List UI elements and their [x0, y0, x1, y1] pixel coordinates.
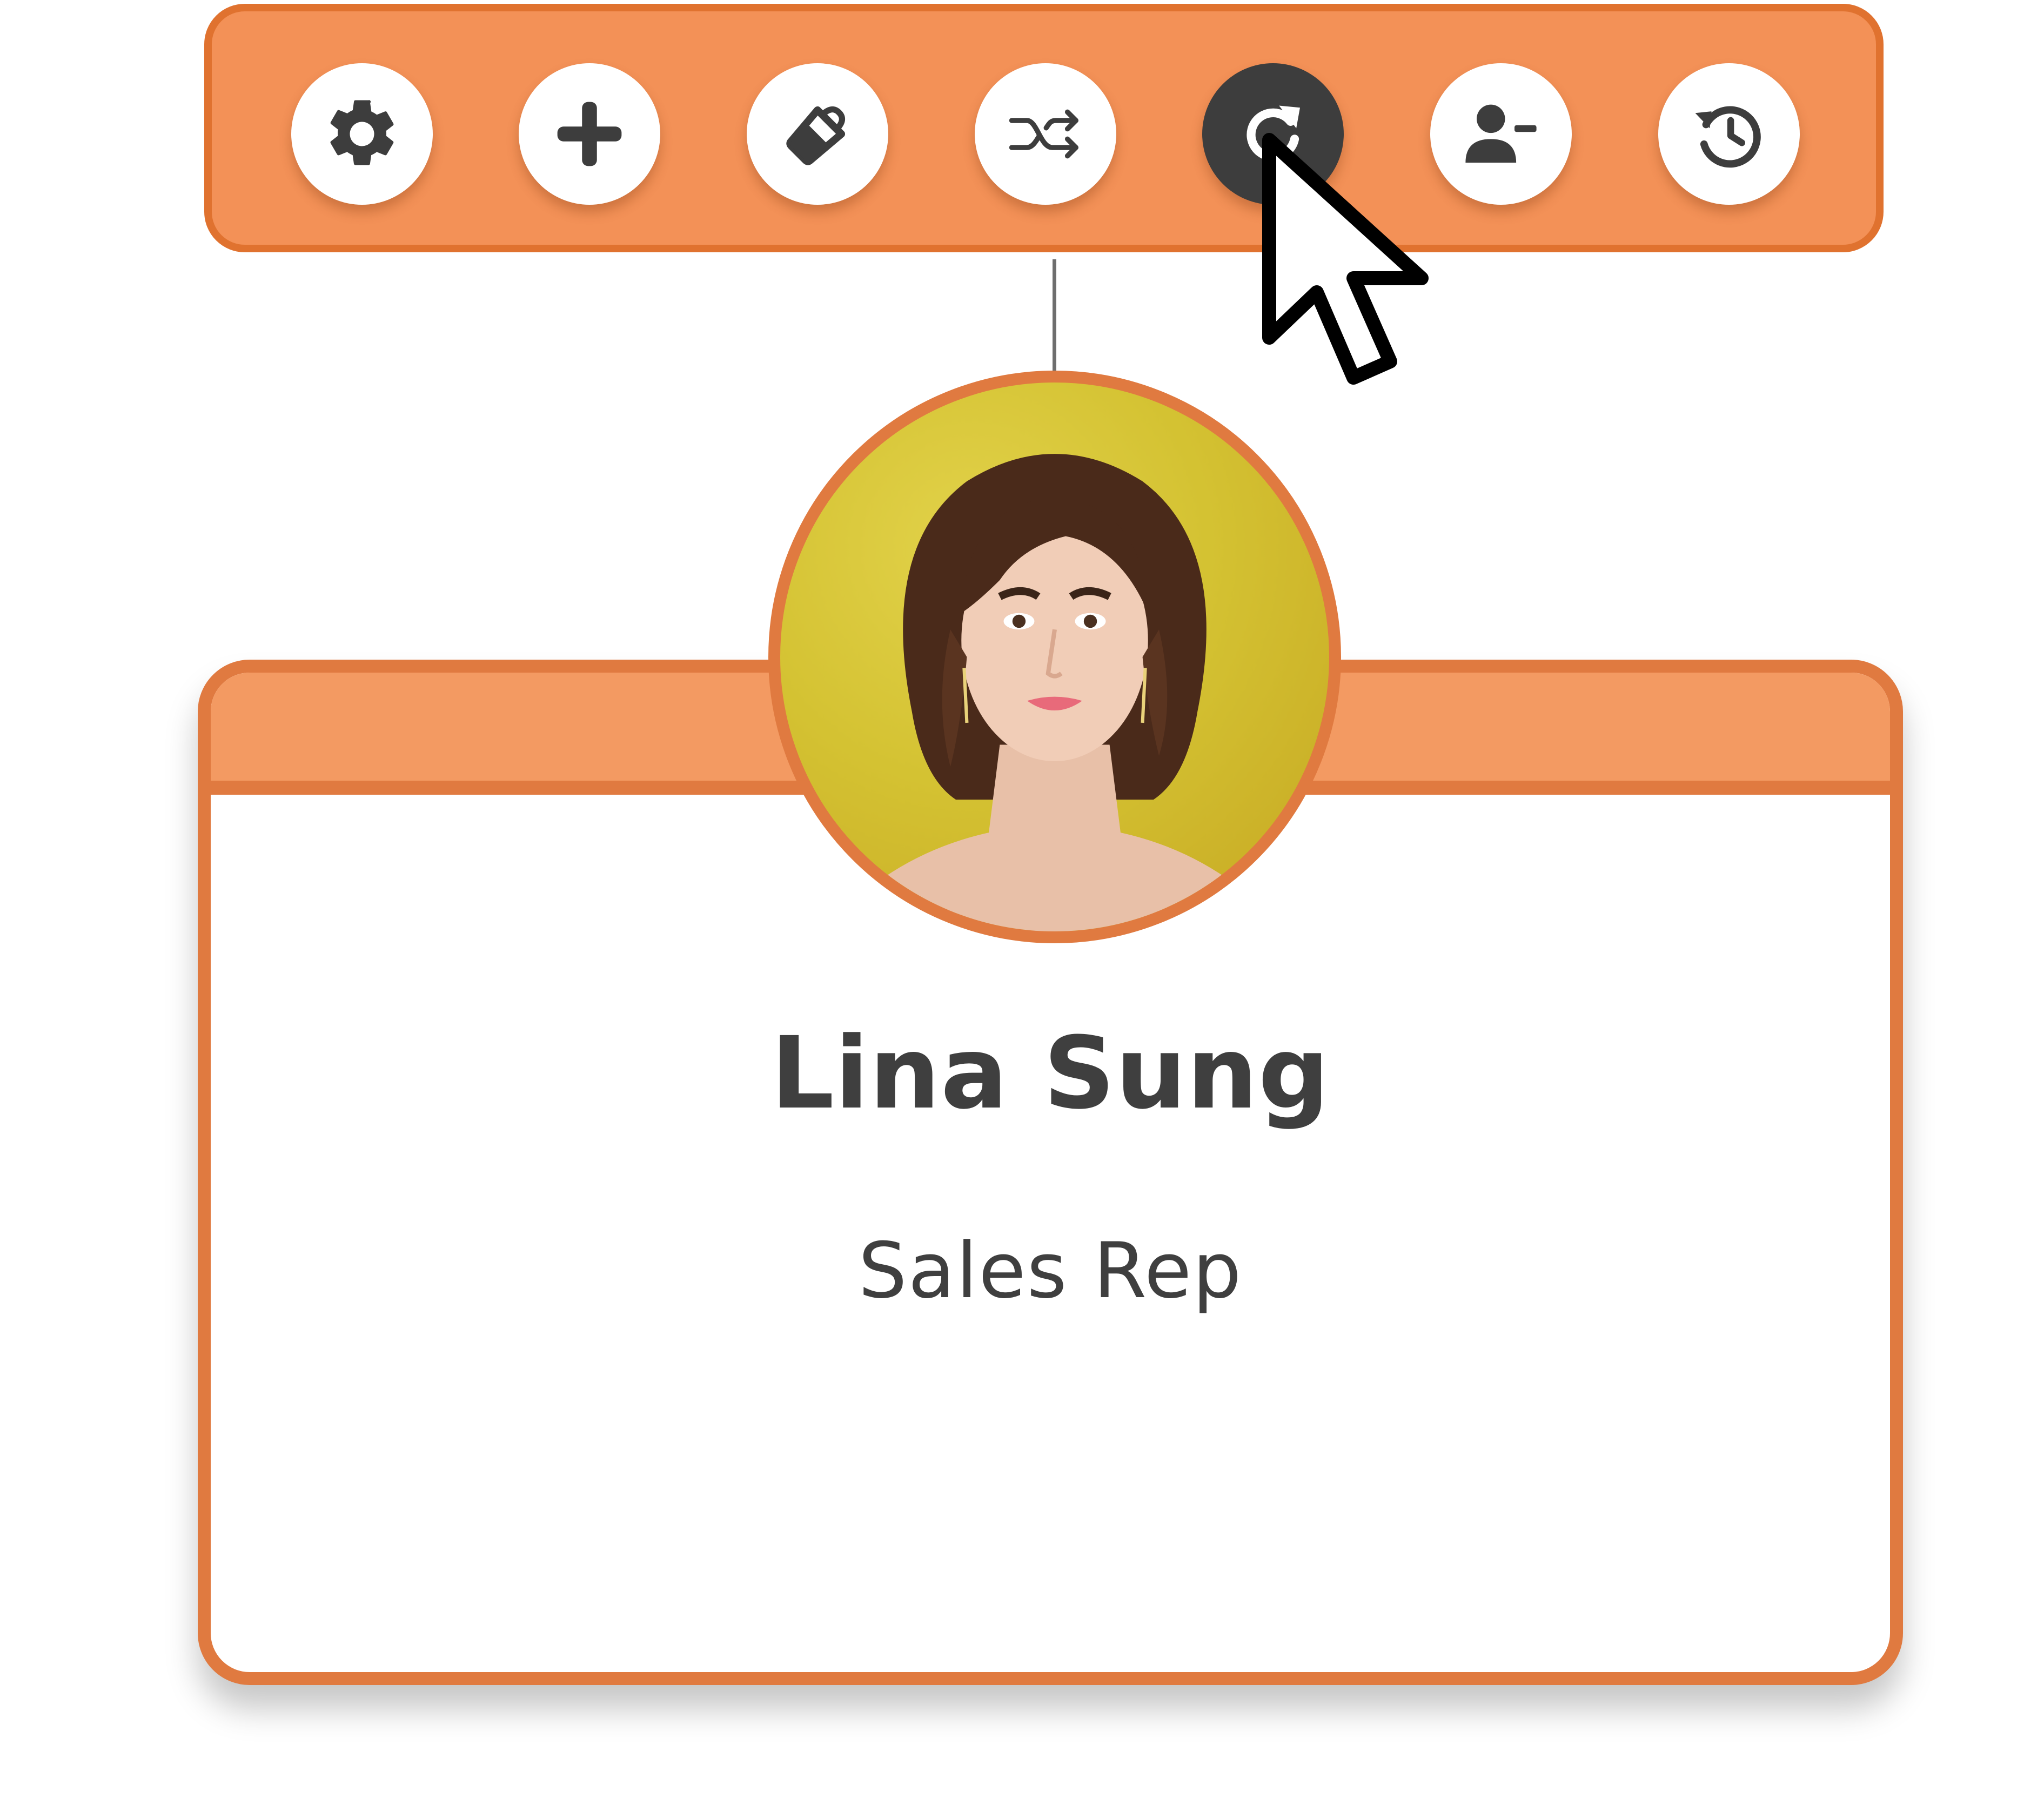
connector-line	[1053, 259, 1056, 379]
avatar	[768, 371, 1341, 943]
person-name: Lina Sung	[770, 1016, 1330, 1131]
remove-user-icon	[1465, 104, 1537, 163]
settings-button[interactable]	[291, 63, 433, 205]
add-button[interactable]	[519, 63, 660, 205]
history-button[interactable]	[1658, 63, 1800, 205]
remove-user-button[interactable]	[1430, 63, 1572, 205]
person-role: Sales Rep	[858, 1226, 1243, 1316]
history-icon	[1695, 106, 1761, 168]
profile-photo	[824, 454, 1285, 931]
paint-bucket-icon	[786, 106, 846, 165]
fill-color-button[interactable]	[747, 63, 888, 205]
shuffle-icon	[1009, 109, 1078, 159]
gear-icon	[330, 100, 394, 165]
plus-icon	[557, 102, 622, 166]
node-toolbar	[204, 4, 1884, 252]
shuffle-button[interactable]	[975, 63, 1116, 205]
mouse-cursor-icon	[1262, 133, 1429, 385]
